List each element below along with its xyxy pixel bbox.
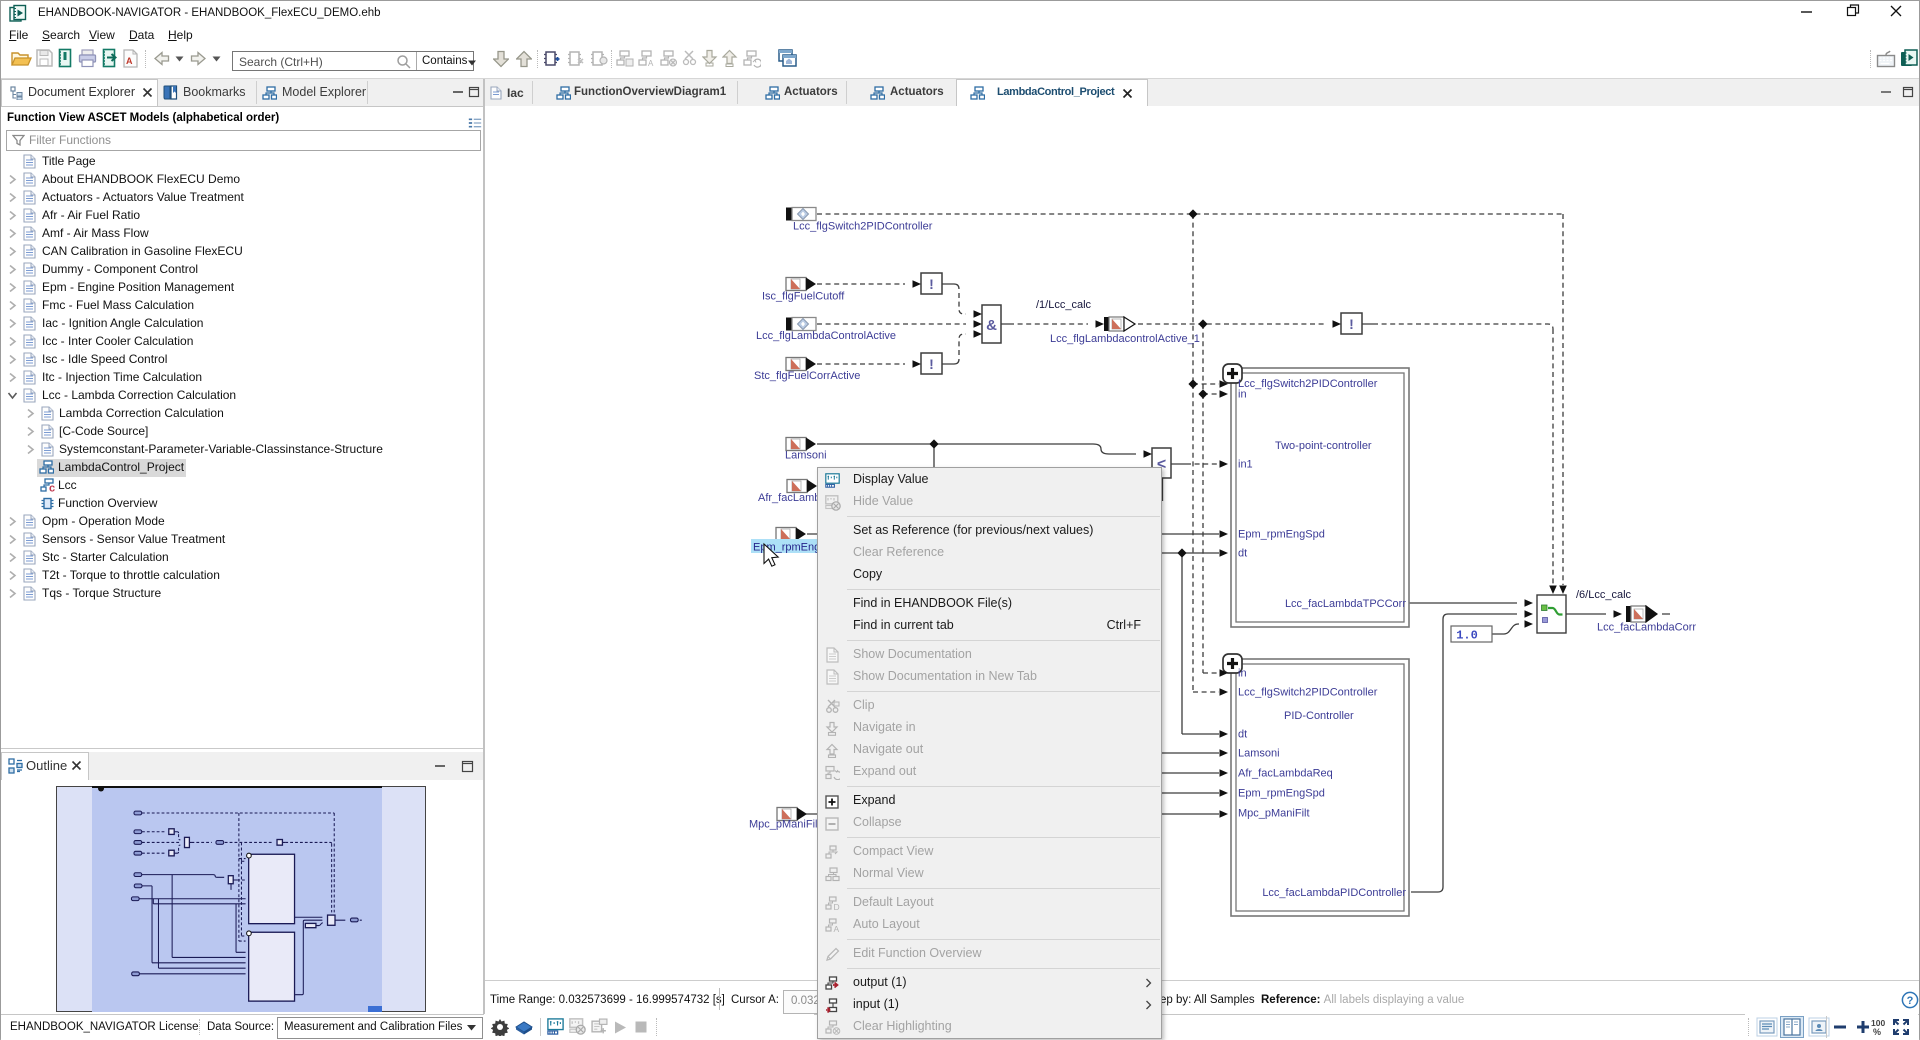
svg-text:Lcc_facLambdaTPCCorr: Lcc_facLambdaTPCCorr [1285, 598, 1406, 610]
svg-text:&: & [986, 317, 997, 334]
svg-text:c: c [49, 483, 55, 493]
svg-text:!: ! [929, 276, 934, 292]
svg-text:Two-point-controller: Two-point-controller [1275, 440, 1372, 452]
svg-text:Stc_flgFuelCorrActive: Stc_flgFuelCorrActive [754, 370, 860, 382]
svg-text:A: A [834, 924, 840, 933]
svg-text:in1: in1 [1238, 459, 1253, 471]
svg-text:Lamsoni: Lamsoni [1238, 748, 1280, 760]
svg-text:dt: dt [1238, 548, 1247, 560]
svg-text:Lcc_facLambdaCorr: Lcc_facLambdaCorr [1597, 622, 1696, 634]
svg-text:Lcc_flgSwitch2PIDController: Lcc_flgSwitch2PIDController [793, 221, 933, 233]
svg-text:1.0: 1.0 [1456, 629, 1478, 643]
svg-text:Lcc_flgLambdaControlActive: Lcc_flgLambdaControlActive [756, 330, 896, 342]
svg-text:Epm_rpmEngSpd: Epm_rpmEngSpd [1238, 788, 1325, 800]
svg-text:in: in [1238, 668, 1247, 680]
svg-text:Lcc_flgLambdacontrolActive_1: Lcc_flgLambdacontrolActive_1 [1050, 333, 1200, 345]
svg-text:dt: dt [1238, 729, 1247, 741]
svg-text:%: % [1873, 1027, 1881, 1037]
svg-text:A: A [126, 56, 133, 66]
svg-text:?: ? [1907, 995, 1914, 1007]
svg-text:Epm_rpmEngSpd: Epm_rpmEngSpd [1238, 529, 1325, 541]
svg-text:/1/Lcc_calc: /1/Lcc_calc [1036, 299, 1092, 311]
svg-text:Lcc_flgSwitch2PIDController: Lcc_flgSwitch2PIDController [1238, 687, 1378, 699]
svg-text:PID-Controller: PID-Controller [1284, 710, 1354, 722]
svg-text:Mpc_pManiFilt: Mpc_pManiFilt [749, 819, 821, 831]
svg-text:Lcc_facLambdaPIDController: Lcc_facLambdaPIDController [1262, 887, 1406, 899]
svg-text:Lcc_flgSwitch2PIDController: Lcc_flgSwitch2PIDController [1238, 378, 1378, 390]
svg-text:Mpc_pManiFilt: Mpc_pManiFilt [1238, 808, 1310, 820]
svg-text:Afr_facLambdaReq: Afr_facLambdaReq [1238, 768, 1333, 780]
svg-text:Isc_flgFuelCutoff: Isc_flgFuelCutoff [762, 291, 845, 303]
svg-text:Lamsoni: Lamsoni [785, 450, 827, 462]
svg-text:D: D [834, 902, 840, 911]
svg-text:!: ! [929, 356, 934, 372]
svg-text:A: A [648, 59, 654, 68]
svg-text:in: in [1238, 389, 1247, 401]
svg-text:/6/Lcc_calc: /6/Lcc_calc [1576, 589, 1632, 601]
svg-text:!: ! [1349, 316, 1354, 332]
